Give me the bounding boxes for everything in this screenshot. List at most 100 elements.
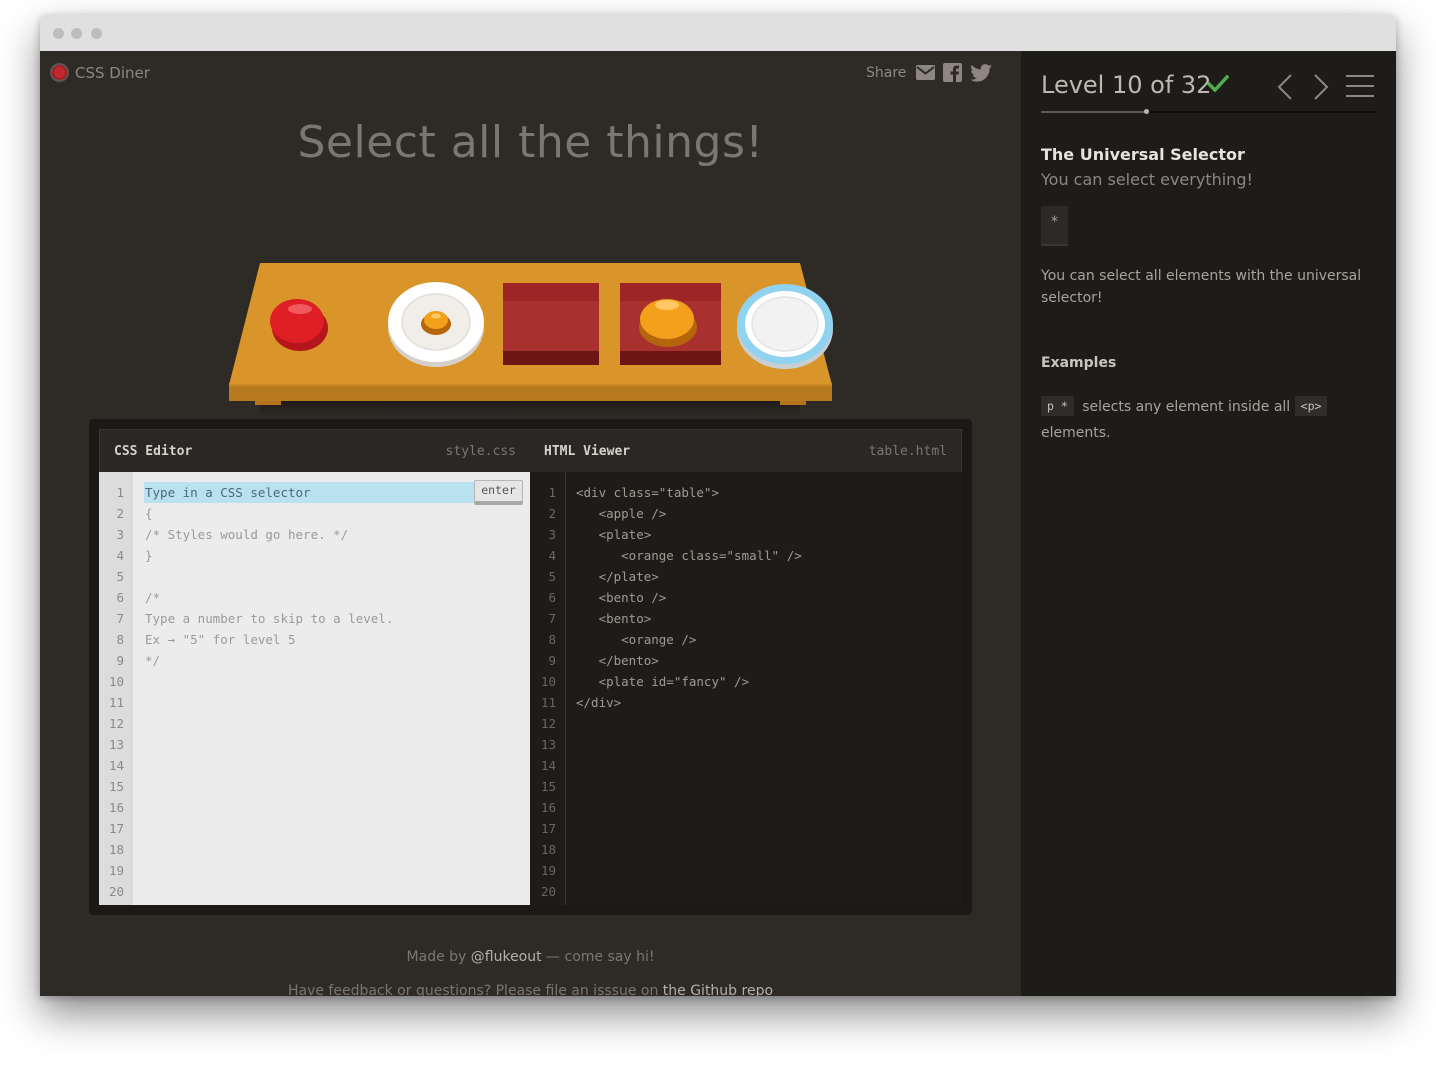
html-code-line[interactable]: <orange class="small" /> <box>576 545 802 566</box>
line-number: 10 <box>108 674 124 689</box>
footer-credits: Made by @flukeout — come say hi! <box>40 949 1021 965</box>
html-code-line[interactable]: </bento> <box>576 650 659 671</box>
fancy-plate[interactable] <box>737 284 833 369</box>
line-number: 13 <box>540 737 556 752</box>
line-number: 6 <box>548 590 556 605</box>
line-number: 12 <box>540 716 556 731</box>
window-titlebar <box>40 15 1396 51</box>
progress-bar <box>1041 111 1146 113</box>
css-selector-input[interactable] <box>144 482 474 503</box>
line-number: 14 <box>108 758 124 773</box>
selector-description: You can select all elements with the uni… <box>1041 268 1362 306</box>
next-level-icon[interactable] <box>1313 73 1329 105</box>
logo[interactable]: CSS Diner <box>50 63 150 82</box>
html-code-line[interactable]: </div> <box>576 692 621 713</box>
css-editor-pane: CSS Editor style.css 1 2 3 4 5 6 7 8 9 10 11 12 13 14… <box>99 429 530 905</box>
menu-icon[interactable] <box>1346 74 1374 102</box>
css-code-line: Type a number to skip to a level. <box>145 611 394 626</box>
css-code-line: { <box>145 506 153 521</box>
checkmark-icon <box>1206 74 1230 97</box>
github-repo-link[interactable]: the Github repo <box>663 983 773 996</box>
line-number: 11 <box>108 695 124 710</box>
line-number: 4 <box>116 548 124 563</box>
line-number: 13 <box>108 737 124 752</box>
facebook-icon[interactable] <box>943 63 963 82</box>
html-file-name: table.html <box>868 444 947 459</box>
html-line-numbers: 1 2 3 4 5 6 7 8 9 10 11 12 13 14 15 16 17 18 19 20 <box>530 472 566 905</box>
bento-empty[interactable] <box>503 283 599 365</box>
footer-feedback: Have feedback or questions? Please file … <box>40 983 1021 996</box>
author-link[interactable]: @flukeout <box>471 949 542 965</box>
line-number: 11 <box>540 695 556 710</box>
line-number: 9 <box>548 653 556 668</box>
html-code-line[interactable]: </plate> <box>576 566 659 587</box>
line-number: 18 <box>108 842 124 857</box>
examples-heading: Examples <box>1041 355 1117 371</box>
line-number: 18 <box>540 842 556 857</box>
line-number: 1 <box>548 485 556 500</box>
html-code-line[interactable]: <plate id="fancy" /> <box>576 671 750 692</box>
level-indicator: Level 10 of 32 <box>1041 71 1212 99</box>
footer-made-by: Made by <box>406 949 471 965</box>
line-number: 2 <box>116 506 124 521</box>
css-code-line: /* Styles would go here. */ <box>145 527 349 542</box>
line-number: 5 <box>548 569 556 584</box>
html-code-line[interactable]: <bento> <box>576 608 652 629</box>
window-close-dot[interactable] <box>53 28 64 39</box>
html-code-line[interactable]: <plate> <box>576 524 652 545</box>
css-file-name: style.css <box>445 444 516 459</box>
html-viewer-pane: HTML Viewer table.html 1 2 3 4 5 6 7 8 9 10 11 12 13… <box>530 429 962 905</box>
editor-container: CSS Editor style.css 1 2 3 4 5 6 7 8 9 10 11 12 13 14… <box>89 419 972 915</box>
line-number: 17 <box>540 821 556 836</box>
html-viewer-body: 1 2 3 4 5 6 7 8 9 10 11 12 13 14 15 16 17 18 19 20 <div cla… <box>530 472 962 905</box>
previous-level-icon[interactable] <box>1277 73 1293 105</box>
css-code-line: */ <box>145 653 161 668</box>
line-number: 16 <box>108 800 124 815</box>
line-number: 7 <box>116 611 124 626</box>
example-end: elements. <box>1041 425 1111 441</box>
html-code-line[interactable]: <apple /> <box>576 503 667 524</box>
line-number: 5 <box>116 569 124 584</box>
email-icon[interactable] <box>916 65 936 80</box>
line-number: 1 <box>116 485 124 500</box>
html-code-line[interactable]: <div class="table"> <box>576 482 719 503</box>
line-number: 4 <box>548 548 556 563</box>
enter-button[interactable]: enter <box>474 480 523 505</box>
line-number: 2 <box>548 506 556 521</box>
example-item: p * selects any element inside all <p> e… <box>1041 394 1371 446</box>
line-number: 3 <box>548 527 556 542</box>
app-name: CSS Diner <box>75 63 150 82</box>
html-code-line[interactable]: <orange /> <box>576 629 696 650</box>
window-minimize-dot[interactable] <box>71 28 82 39</box>
line-number: 12 <box>108 716 124 731</box>
line-number: 19 <box>540 863 556 878</box>
html-viewer-title: HTML Viewer <box>544 444 631 459</box>
example-tag: <p> <box>1294 396 1328 416</box>
share-bar: Share <box>866 63 993 82</box>
line-number: 6 <box>116 590 124 605</box>
css-editor-header: CSS Editor style.css <box>99 429 530 472</box>
line-number: 7 <box>548 611 556 626</box>
css-code-line: Ex → "5" for level 5 <box>145 632 296 647</box>
twitter-icon[interactable] <box>970 63 993 82</box>
line-number: 10 <box>540 674 556 689</box>
example-code: p * <box>1041 396 1074 416</box>
level-sidebar: Level 10 of 32 The Universal Selector Yo… <box>1021 51 1396 996</box>
logo-icon <box>50 63 69 82</box>
share-label: Share <box>866 64 907 81</box>
line-number: 9 <box>116 653 124 668</box>
window-maximize-dot[interactable] <box>91 28 102 39</box>
line-number: 8 <box>548 632 556 647</box>
line-number: 3 <box>116 527 124 542</box>
html-viewer-header: HTML Viewer table.html <box>530 429 961 472</box>
game-main-area: CSS Diner Share Select all the things! C… <box>40 51 1021 996</box>
line-number: 20 <box>540 884 556 899</box>
line-number: 17 <box>108 821 124 836</box>
css-editor-title: CSS Editor <box>114 444 193 459</box>
line-number: 15 <box>540 779 556 794</box>
line-number: 19 <box>108 863 124 878</box>
selector-name: The Universal Selector <box>1041 145 1245 164</box>
css-editor-body: 1234567891011121314151617181920 enter {/… <box>99 472 530 905</box>
example-text: selects any element inside all <box>1077 399 1295 415</box>
html-code-line[interactable]: <bento /> <box>576 587 667 608</box>
